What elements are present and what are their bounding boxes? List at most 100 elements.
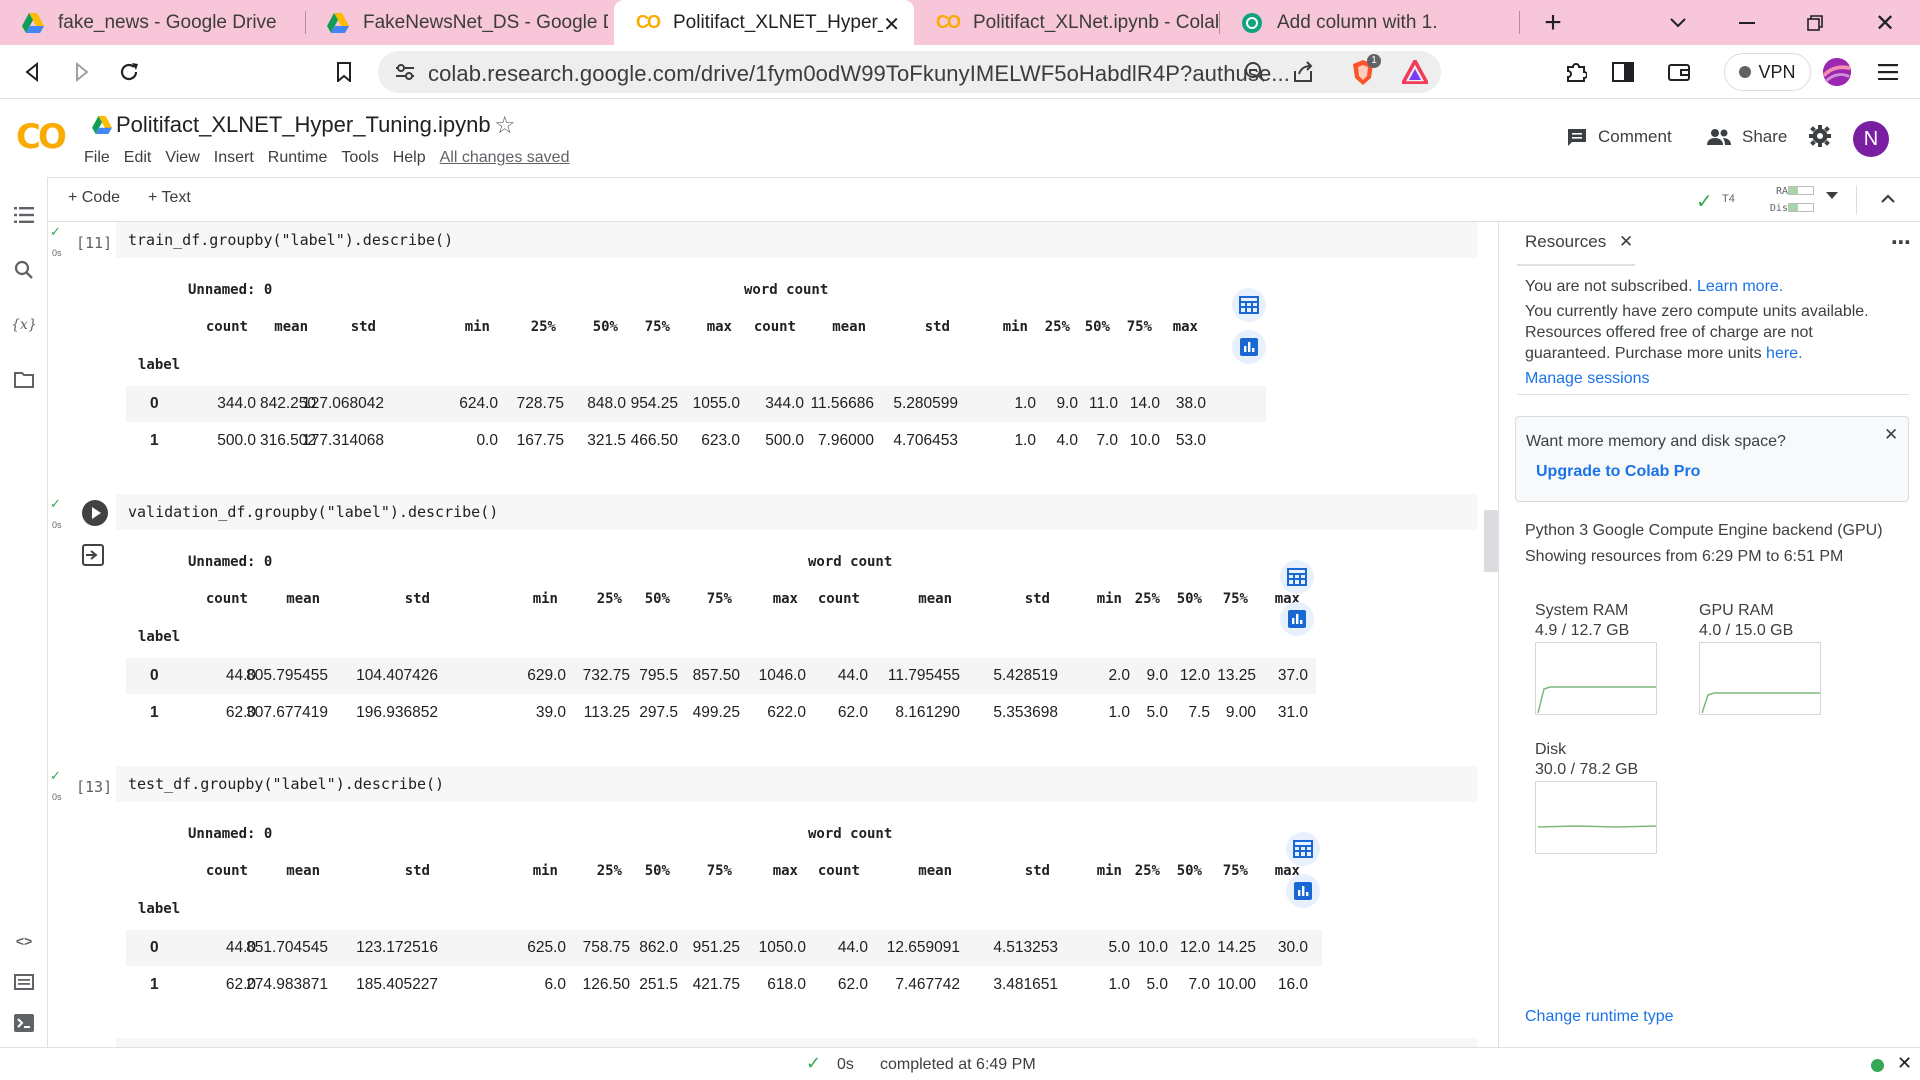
collapse-header-icon[interactable] xyxy=(1880,193,1896,203)
tab-search-button[interactable] xyxy=(1663,8,1693,38)
ram-meter xyxy=(1788,186,1814,195)
column-group-header: word count xyxy=(808,826,893,842)
menu-insert[interactable]: Insert xyxy=(214,149,254,167)
add-text-cell-button[interactable]: + Text xyxy=(148,189,191,207)
colab-logo[interactable]: CO xyxy=(16,117,67,157)
folder-icon[interactable] xyxy=(12,368,36,392)
run-cell-button[interactable] xyxy=(82,500,108,526)
close-status-icon[interactable]: ✕ xyxy=(1897,1053,1912,1074)
add-code-cell-button[interactable]: + Code xyxy=(68,189,120,207)
column-header: 75% xyxy=(644,319,670,335)
notebook-title[interactable]: Politifact_XLNET_Hyper_Tuning.ipynb xyxy=(116,112,491,138)
suggest-charts-button[interactable] xyxy=(1286,874,1320,908)
close-resources-icon[interactable]: ✕ xyxy=(1619,232,1633,251)
browser-tab-3-active[interactable]: CO Politifact_XLNET_Hyper_Tuning.ipynb ✕ xyxy=(614,0,914,45)
new-tab-button[interactable]: + xyxy=(1538,6,1568,39)
back-button[interactable] xyxy=(18,57,48,87)
tab-title: fake_news - Google Drive xyxy=(58,11,277,33)
browser-menu-button[interactable] xyxy=(1873,57,1903,87)
close-tab-icon[interactable]: ✕ xyxy=(883,12,900,37)
cell-success-icon: ✓ xyxy=(50,496,61,511)
star-icon[interactable]: ☆ xyxy=(494,111,516,140)
output-actions-icon[interactable] xyxy=(82,544,106,566)
address-bar[interactable]: colab.research.google.com/drive/1fym0odW… xyxy=(378,51,1441,93)
bookmark-button[interactable] xyxy=(329,57,359,87)
learn-more-link[interactable]: Learn more. xyxy=(1697,278,1783,295)
menu-view[interactable]: View xyxy=(165,149,199,167)
minimize-window-button[interactable] xyxy=(1732,8,1762,38)
code-editor[interactable]: validation_df.groupby("label").describe(… xyxy=(116,494,1478,530)
browser-tab-2[interactable]: FakeNewsNet_DS - Google Drive xyxy=(305,0,610,45)
menu-file[interactable]: File xyxy=(84,149,110,167)
account-avatar[interactable]: N xyxy=(1853,121,1889,157)
sidebar-toggle-button[interactable] xyxy=(1608,57,1638,87)
comment-icon xyxy=(1568,129,1586,146)
table-of-contents-icon[interactable] xyxy=(12,203,36,227)
notebook-scrollbar[interactable] xyxy=(1484,510,1498,572)
suggest-charts-button[interactable] xyxy=(1232,330,1266,364)
resources-tab[interactable]: Resources ✕ xyxy=(1525,232,1633,252)
table-cell: 44.0 xyxy=(837,939,868,956)
forward-button[interactable] xyxy=(66,57,96,87)
comment-button[interactable]: Comment xyxy=(1566,127,1672,147)
code-cell: ✓ 0s validation_df.groupby("label").descri… xyxy=(48,494,1478,754)
menu-runtime[interactable]: Runtime xyxy=(268,149,328,167)
variables-icon[interactable]: {x} xyxy=(11,313,37,337)
share-page-icon[interactable] xyxy=(1292,61,1314,83)
side-rail: {x} <> xyxy=(0,177,48,1047)
menu-edit[interactable]: Edit xyxy=(124,149,152,167)
column-header: count xyxy=(205,863,248,879)
code-editor[interactable]: test_df.groupby("label").describe() xyxy=(116,766,1478,802)
manage-sessions-link[interactable]: Manage sessions xyxy=(1525,368,1650,389)
panel-more-icon[interactable]: ⋯ xyxy=(1891,230,1911,255)
runtime-dropdown-icon[interactable] xyxy=(1826,192,1838,200)
vpn-button[interactable]: VPN xyxy=(1724,53,1811,91)
runtime-type[interactable]: T4 xyxy=(1722,193,1735,205)
convert-to-interactive-table-button[interactable] xyxy=(1280,560,1314,594)
site-info-icon[interactable] xyxy=(394,62,416,82)
column-group-header: Unnamed: 0 xyxy=(188,826,273,842)
google-drive-icon[interactable] xyxy=(92,116,112,134)
command-palette-icon[interactable] xyxy=(12,970,36,994)
compute-units-line-1: You currently have zero compute units av… xyxy=(1525,303,1869,320)
disk-graph xyxy=(1535,781,1657,854)
terminal-icon[interactable] xyxy=(12,1011,36,1035)
restore-window-button[interactable] xyxy=(1800,8,1830,38)
brave-rewards-icon[interactable] xyxy=(1402,60,1428,84)
status-bar: ✓ 0s completed at 6:49 PM ✕ xyxy=(0,1047,1920,1080)
table-row: 0 44.0 805.795455 104.407426 629.0 732.75 795.… xyxy=(126,658,1316,694)
dismiss-banner-icon[interactable]: ✕ xyxy=(1884,425,1898,445)
column-header: max xyxy=(706,319,732,335)
code-editor[interactable]: train_df.groupby("label").describe() xyxy=(116,222,1478,258)
upgrade-to-pro-link[interactable]: Upgrade to Colab Pro xyxy=(1536,463,1700,481)
convert-to-interactive-table-button[interactable] xyxy=(1286,832,1320,866)
wallet-icon xyxy=(1668,64,1690,81)
settings-button[interactable] xyxy=(1809,125,1831,147)
change-runtime-type-link[interactable]: Change runtime type xyxy=(1525,1006,1674,1027)
purchase-here-link[interactable]: here. xyxy=(1766,345,1802,362)
status-completed[interactable]: completed at 6:49 PM xyxy=(880,1056,1036,1074)
profile-button[interactable] xyxy=(1822,57,1852,87)
extensions-button[interactable] xyxy=(1561,57,1591,87)
zoom-icon[interactable] xyxy=(1244,61,1266,83)
menu-help[interactable]: Help xyxy=(393,149,426,167)
browser-tab-4[interactable]: CO Politifact_XLNet.ipynb - Colaboratory xyxy=(914,0,1219,45)
close-window-button[interactable]: ✕ xyxy=(1870,8,1900,38)
wallet-button[interactable] xyxy=(1664,57,1694,87)
menu-tools[interactable]: Tools xyxy=(341,149,378,167)
reload-button[interactable] xyxy=(114,57,144,87)
status-elapsed: 0s xyxy=(837,1056,854,1073)
url-text: colab.research.google.com/drive/1fym0odW… xyxy=(428,61,1290,86)
tab-title: Politifact_XLNet.ipynb - Colaboratory xyxy=(973,11,1218,33)
browser-tab-5[interactable]: Add column with 1. xyxy=(1219,0,1519,45)
convert-to-interactive-table-button[interactable] xyxy=(1232,288,1266,322)
gpu-ram-label: GPU RAM xyxy=(1699,602,1774,619)
code-editor[interactable] xyxy=(116,1038,1478,1047)
code-snippets-icon[interactable]: <> xyxy=(12,929,36,953)
save-status[interactable]: All changes saved xyxy=(440,149,570,167)
table-icon xyxy=(1287,568,1307,586)
suggest-charts-button[interactable] xyxy=(1280,602,1314,636)
search-icon[interactable] xyxy=(12,258,36,282)
share-button[interactable]: Share xyxy=(1706,127,1787,147)
browser-tab-1[interactable]: fake_news - Google Drive xyxy=(0,0,305,45)
